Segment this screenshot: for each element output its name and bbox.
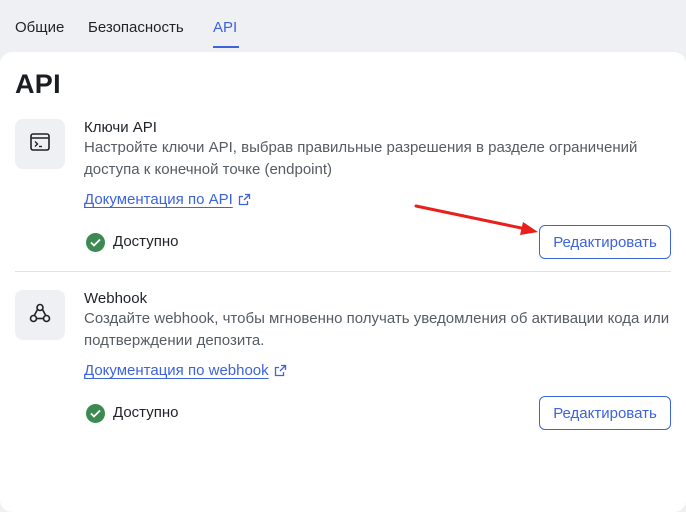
status-label: Доступно <box>113 404 179 421</box>
webhook-icon <box>29 303 51 328</box>
api-keys-status: Доступно <box>86 232 178 252</box>
tab-security[interactable]: Безопасность <box>88 18 184 38</box>
tab-api[interactable]: API <box>213 18 237 38</box>
external-link-icon <box>238 192 251 212</box>
tab-general[interactable]: Общие <box>15 18 64 38</box>
api-docs-link-label[interactable]: Документация по API <box>84 191 233 208</box>
webhook-status: Доступно <box>86 403 178 423</box>
external-link-icon <box>274 363 287 383</box>
webhook-icon-box <box>15 290 65 340</box>
api-keys-title: Ключи API <box>84 119 157 136</box>
terminal-icon <box>30 132 50 156</box>
webhook-docs-link-label[interactable]: Документация по webhook <box>84 362 269 379</box>
status-label: Доступно <box>113 233 179 250</box>
edit-api-keys-button[interactable]: Редактировать <box>539 225 671 259</box>
api-docs-link[interactable]: Документация по API <box>84 190 251 212</box>
api-keys-icon-box <box>15 119 65 169</box>
edit-webhook-button[interactable]: Редактировать <box>539 396 671 430</box>
webhook-description: Создайте webhook, чтобы мгновенно получа… <box>84 310 670 349</box>
tab-bar: Общие Безопасность API <box>0 0 686 50</box>
check-circle-icon <box>86 403 105 423</box>
webhook-docs-link[interactable]: Документация по webhook <box>84 361 287 383</box>
page-title: API <box>15 69 61 99</box>
webhook-title: Webhook <box>84 290 148 307</box>
active-tab-indicator <box>213 46 239 48</box>
check-circle-icon <box>86 232 105 252</box>
divider <box>15 271 671 272</box>
api-keys-description: Настройте ключи API, выбрав правильные р… <box>84 139 638 178</box>
